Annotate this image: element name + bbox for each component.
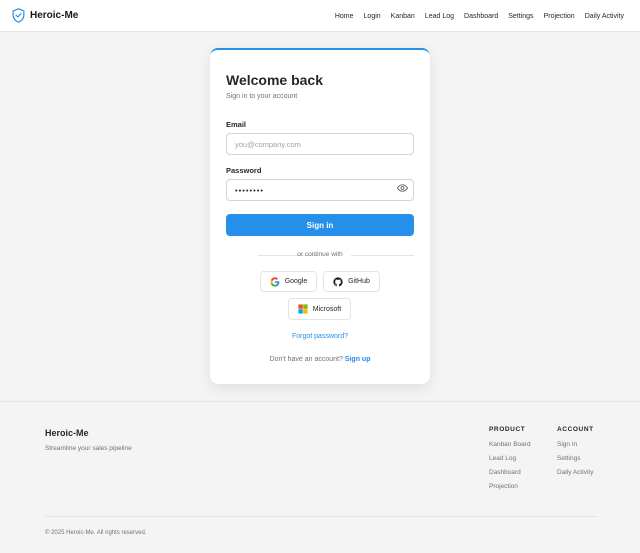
footer-divider — [45, 516, 597, 517]
email-field[interactable] — [226, 133, 414, 155]
site-footer: Heroic-Me Streamline your sales pipeline… — [0, 401, 640, 553]
shield-check-icon — [12, 8, 25, 23]
brand[interactable]: Heroic-Me — [12, 8, 78, 23]
email-label: Email — [226, 120, 247, 129]
nav-home[interactable]: Home — [335, 13, 354, 20]
brand-name: Heroic-Me — [30, 10, 79, 21]
sign-up-link[interactable]: Sign up — [345, 356, 371, 363]
login-card: Welcome back Sign in to your account Ema… — [210, 48, 430, 384]
microsoft-icon — [298, 304, 308, 314]
footer-link-projection[interactable]: Projection — [489, 483, 531, 491]
footer-link-daily-activity[interactable]: Daily Activity — [557, 469, 594, 477]
footer-product-column: PRODUCT Kanban Board Lead Log Dashboard … — [489, 426, 531, 497]
github-icon — [333, 276, 343, 286]
nav-kanban[interactable]: Kanban — [391, 13, 415, 20]
google-icon — [270, 276, 280, 287]
main-nav: Home Login Kanban Lead Log Dashboard Set… — [335, 0, 624, 32]
footer-copyright: © 2025 Heroic-Me. All rights reserved. — [45, 530, 147, 536]
footer-link-lead-log[interactable]: Lead Log — [489, 455, 531, 463]
footer-link-kanban-board[interactable]: Kanban Board — [489, 441, 531, 449]
footer-account-heading: ACCOUNT — [557, 426, 594, 433]
footer-link-settings[interactable]: Settings — [557, 455, 594, 463]
eye-icon[interactable] — [397, 184, 408, 192]
footer-tagline: Streamline your sales pipeline — [45, 445, 132, 452]
google-label: Google — [284, 278, 308, 285]
nav-lead-log[interactable]: Lead Log — [425, 13, 454, 20]
footer-link-sign-in[interactable]: Sign In — [557, 441, 594, 449]
password-label: Password — [226, 166, 262, 175]
forgot-password-link[interactable]: Forgot password? — [210, 333, 430, 340]
nav-dashboard[interactable]: Dashboard — [464, 13, 498, 20]
page-subtitle: Sign in to your account — [226, 93, 298, 100]
footer-product-heading: PRODUCT — [489, 426, 526, 433]
sign-in-button[interactable]: Sign in — [226, 214, 414, 236]
nav-daily-activity[interactable]: Daily Activity — [585, 13, 624, 20]
github-label: GitHub — [348, 278, 370, 285]
page-title: Welcome back — [226, 72, 324, 88]
github-button[interactable]: GitHub — [323, 271, 380, 292]
signup-prompt: Don't have an account? — [269, 356, 343, 363]
nav-settings[interactable]: Settings — [508, 13, 533, 20]
footer-brand: Heroic-Me — [45, 428, 89, 438]
password-field[interactable] — [226, 179, 414, 201]
microsoft-label: Microsoft — [312, 305, 342, 313]
nav-login[interactable]: Login — [364, 13, 381, 20]
nav-projection[interactable]: Projection — [544, 13, 575, 20]
divider-text: or continue with — [297, 251, 343, 258]
top-header: Heroic-Me Home Login Kanban Lead Log Das… — [0, 0, 640, 32]
footer-link-dashboard[interactable]: Dashboard — [489, 469, 531, 477]
google-button[interactable]: Google — [260, 271, 317, 292]
footer-account-column: ACCOUNT Sign In Settings Daily Activity — [557, 426, 594, 483]
microsoft-button[interactable]: Microsoft — [288, 298, 351, 320]
signup-row: Don't have an account? Sign up — [210, 356, 430, 363]
